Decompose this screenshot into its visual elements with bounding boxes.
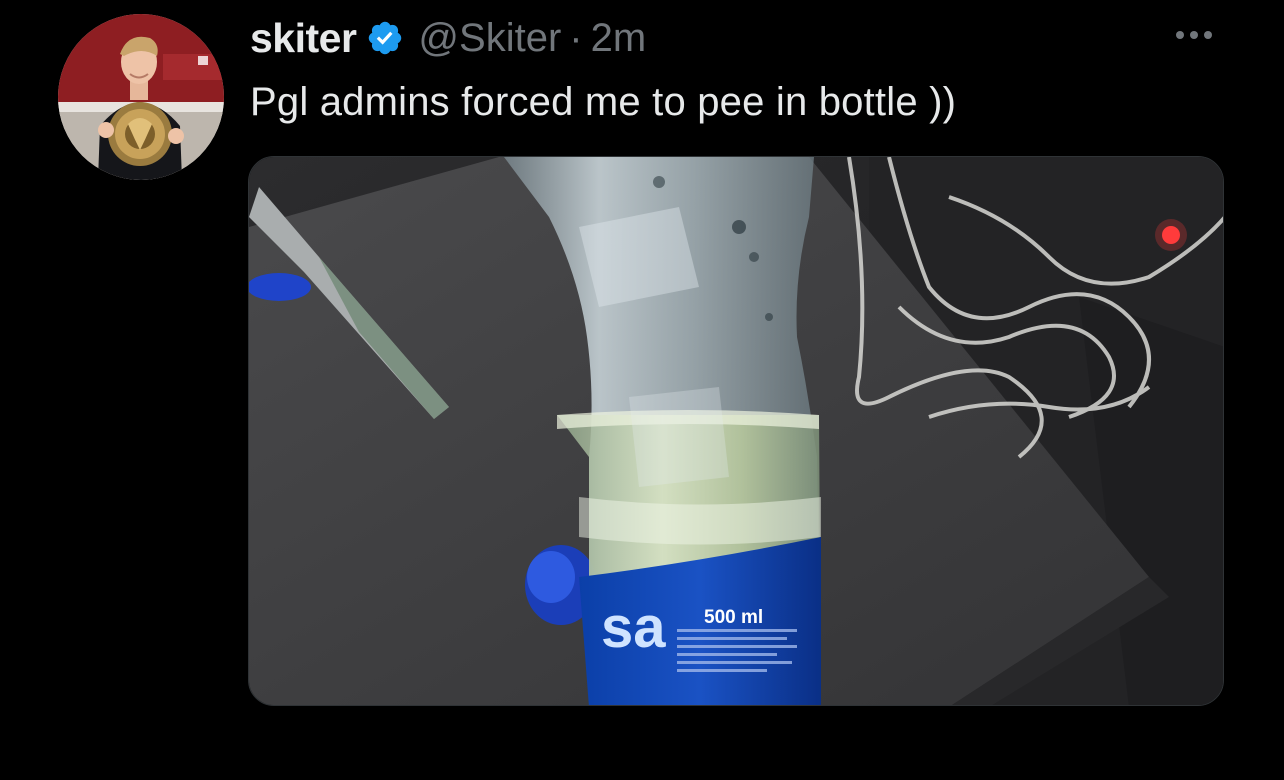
tweet-text: Pgl admins forced me to pee in bottle )) [250,80,957,124]
tweet-header: skiter @Skiter · 2m [250,12,646,64]
tweet-photo[interactable]: sa 500 ml [248,156,1224,706]
bottle-volume-text: 500 ml [704,607,763,628]
avatar[interactable] [58,14,224,180]
separator-dot: · [569,15,583,60]
user-handle[interactable]: @Skiter [418,16,561,61]
verified-badge-icon [366,19,404,57]
display-name[interactable]: skiter [250,15,357,62]
timestamp[interactable]: 2m [591,16,647,61]
bottle-brand-text: sa [601,595,666,660]
tweet: skiter @Skiter · 2m Pgl admins forced me… [0,0,1284,780]
more-horizontal-icon[interactable] [1168,20,1220,50]
